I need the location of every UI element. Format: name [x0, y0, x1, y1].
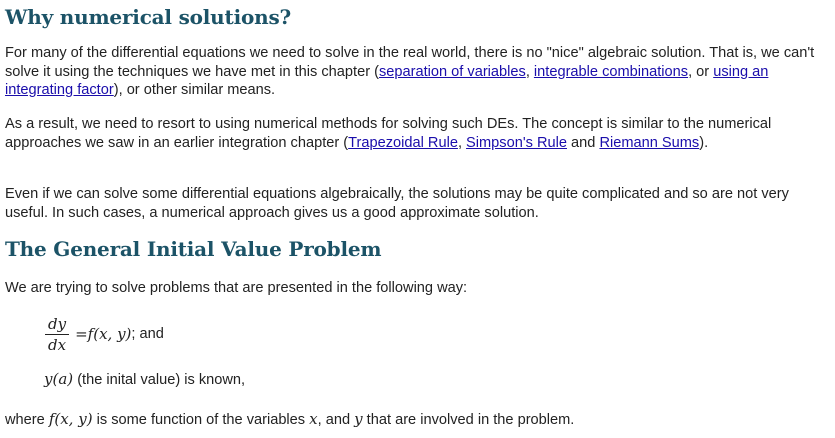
- separator: , or: [688, 63, 714, 80]
- paragraph-numerical-methods: As a result, we need to resort to using …: [5, 115, 833, 152]
- fraction-numerator: dy: [48, 314, 67, 333]
- math-a: (a): [52, 370, 74, 388]
- paragraph-text: , and: [317, 412, 355, 428]
- link-trapezoidal-rule[interactable]: Trapezoidal Rule: [348, 135, 458, 151]
- math-args: (x, y): [54, 410, 93, 428]
- paragraph-text: ), or other similar means.: [113, 82, 276, 98]
- condition-text: (the inital value) is known,: [73, 372, 246, 388]
- separator: ,: [457, 134, 467, 151]
- function-args: (x, y): [93, 325, 132, 343]
- heading-why-numerical: Why numerical solutions?: [5, 5, 292, 29]
- link-riemann-sums[interactable]: Riemann Sums: [599, 135, 699, 151]
- paragraph-function-description: where f(x, y) is some function of the va…: [5, 410, 833, 430]
- derivative-fraction: dy dx: [45, 314, 70, 354]
- link-integrable-combinations[interactable]: integrable combinations: [534, 64, 688, 80]
- paragraph-text: where: [5, 412, 49, 428]
- separator: and: [566, 134, 600, 151]
- paragraph-text: is some function of the variables: [92, 412, 310, 428]
- paragraph-text: that are involved in the problem.: [362, 412, 575, 428]
- paragraph-intro: For many of the differential equations w…: [5, 44, 833, 100]
- math-x: x: [309, 410, 318, 428]
- link-separation-of-variables[interactable]: separation of variables: [379, 64, 526, 80]
- fraction-denominator: dx: [48, 335, 67, 354]
- heading-initial-value-problem: The General Initial Value Problem: [5, 237, 382, 261]
- paragraph-text: ).: [699, 134, 709, 151]
- differential-equation: dy dx = f (x, y); and: [45, 313, 164, 355]
- fraction-bar: [45, 333, 70, 335]
- separator: ,: [525, 63, 534, 80]
- link-simpsons-rule[interactable]: Simpson's Rule: [466, 135, 567, 151]
- paragraph-approximate-solution: Even if we can solve some differential e…: [5, 186, 789, 221]
- math-y: y: [354, 410, 363, 428]
- initial-condition: y(a) (the inital value) is known,: [44, 370, 744, 390]
- equation-suffix: ; and: [131, 326, 164, 342]
- equals-sign: =: [75, 325, 88, 343]
- paragraph-problem-statement: We are trying to solve problems that are…: [5, 280, 468, 296]
